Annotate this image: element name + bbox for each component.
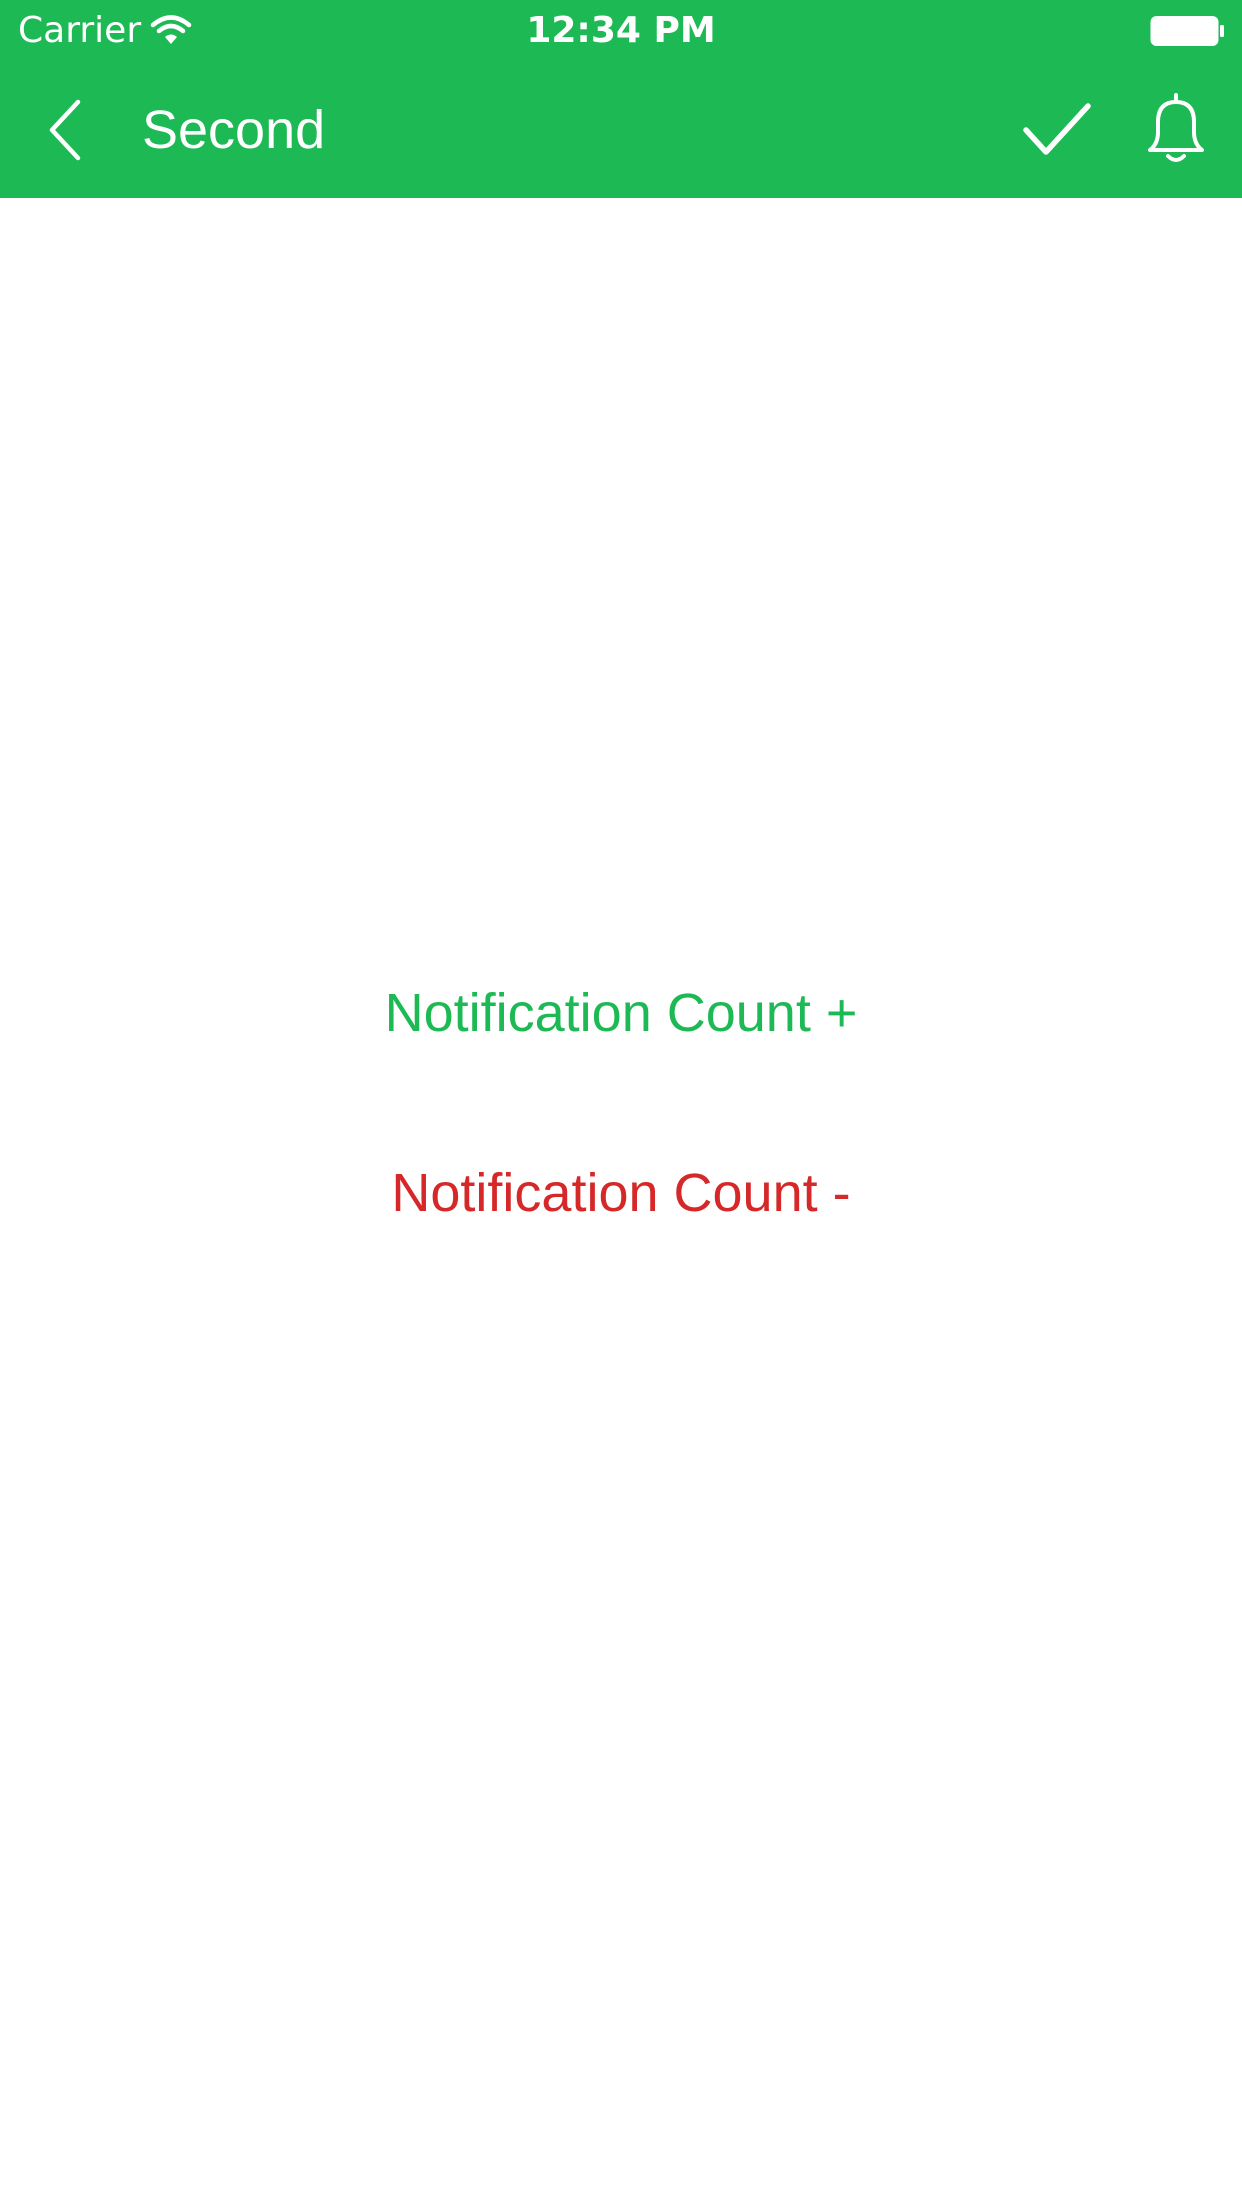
- status-time: 12:34 PM: [526, 10, 716, 51]
- notification-count-decrement-button[interactable]: Notification Count -: [0, 1158, 1242, 1228]
- battery-icon: [1150, 14, 1226, 48]
- notification-count-increment-button[interactable]: Notification Count +: [0, 978, 1242, 1048]
- chevron-left-icon: [49, 99, 81, 161]
- notification-bell-button[interactable]: [1138, 92, 1214, 168]
- navigation-bar: Second: [0, 62, 1242, 198]
- app-header: Carrier 12:34 PM Second: [0, 0, 1242, 198]
- bell-icon: [1148, 93, 1204, 162]
- checkmark-icon: [1023, 103, 1091, 155]
- confirm-button[interactable]: [1016, 92, 1096, 168]
- page-title: Second: [142, 100, 326, 160]
- status-bar: Carrier 12:34 PM: [0, 0, 1242, 62]
- screen: Carrier 12:34 PM Second Notification Cou…: [0, 0, 1242, 2208]
- back-button[interactable]: [28, 92, 104, 168]
